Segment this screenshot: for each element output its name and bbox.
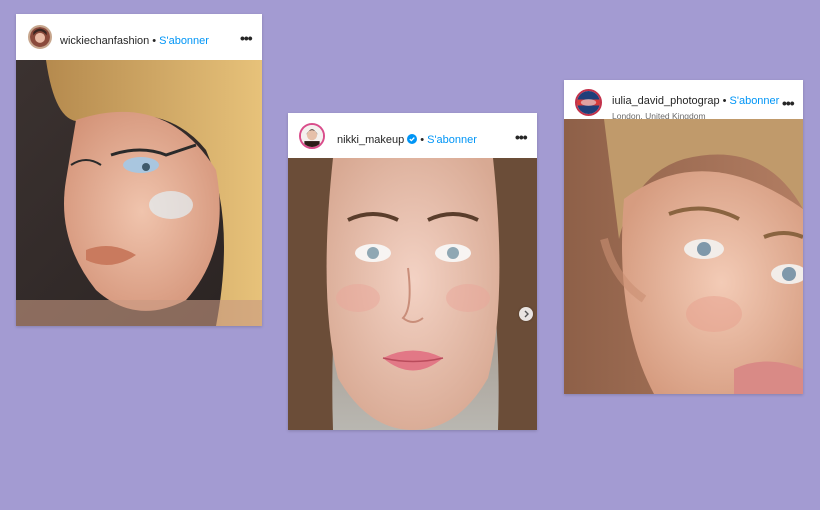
follow-button[interactable]: S'abonner	[159, 35, 209, 47]
post-photo	[16, 60, 262, 326]
more-options-icon[interactable]: •••	[515, 130, 528, 144]
post-header: iulia_david_photograp • S'abonner London, …	[564, 80, 803, 121]
instagram-post-3: iulia_david_photograp • S'abonner London, …	[564, 80, 803, 394]
instagram-post-1: wickiechanfashion • S'abonner •••	[16, 14, 262, 326]
separator-dot: •	[722, 95, 727, 107]
instagram-post-2: nikki_makeup • S'abonner •••	[288, 113, 537, 430]
carousel-next-button[interactable]	[519, 307, 533, 321]
avatar[interactable]	[28, 25, 52, 49]
username[interactable]: wickiechanfashion	[60, 35, 149, 47]
post-header: wickiechanfashion • S'abonner •••	[16, 14, 262, 60]
separator-dot: •	[420, 134, 425, 146]
post-photo	[288, 158, 537, 430]
chevron-right-icon	[524, 310, 529, 318]
follow-button[interactable]: S'abonner	[427, 134, 477, 146]
username[interactable]: iulia_david_photograp	[612, 95, 720, 107]
avatar[interactable]	[299, 123, 325, 149]
avatar[interactable]	[575, 89, 602, 116]
more-options-icon[interactable]: •••	[782, 96, 795, 110]
username[interactable]: nikki_makeup	[337, 134, 404, 146]
separator-dot: •	[152, 35, 157, 47]
post-photo	[564, 119, 803, 394]
follow-button[interactable]: S'abonner	[730, 95, 780, 107]
post-header: nikki_makeup • S'abonner •••	[288, 113, 537, 158]
more-options-icon[interactable]: •••	[240, 31, 253, 45]
verified-badge-icon	[407, 131, 418, 144]
